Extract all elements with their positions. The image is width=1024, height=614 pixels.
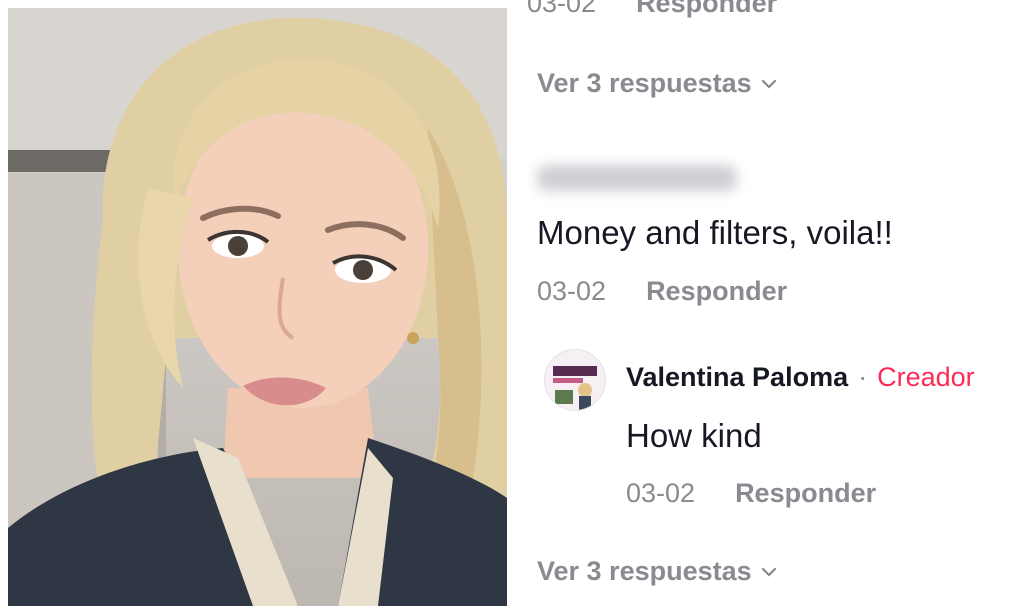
- chevron-down-icon: [761, 79, 776, 89]
- avatar-image: [545, 350, 605, 410]
- separator-dot: ·: [858, 362, 868, 392]
- chevron-down-icon: [761, 567, 776, 577]
- view-replies-button-2[interactable]: Ver 3 respuestas: [537, 556, 778, 587]
- creator-reply: How kind: [626, 417, 762, 455]
- top-cut-date: 03-02: [527, 0, 597, 18]
- creator-reply-text: How kind: [626, 417, 762, 454]
- comment-date: 03-02: [537, 276, 607, 306]
- video-frame: [8, 8, 507, 606]
- view-replies-button-1[interactable]: Ver 3 respuestas: [537, 68, 778, 99]
- creator-reply-date: 03-02: [626, 478, 696, 508]
- creator-reply-button[interactable]: Responder: [735, 478, 876, 509]
- view-replies-label: Ver 3 respuestas: [537, 556, 752, 586]
- comment: Money and filters, voila!!: [537, 214, 893, 252]
- comment-text: Money and filters, voila!!: [537, 214, 893, 251]
- person-illustration: [8, 8, 507, 606]
- creator-badge: Creador: [877, 362, 975, 392]
- top-cut-reply-button[interactable]: Responder: [636, 0, 777, 19]
- creator-reply-meta: 03-02 Responder: [626, 478, 876, 509]
- blurred-username: [537, 165, 737, 191]
- comments-panel: 03-02 Responder Ver 3 respuestas Money a…: [517, 0, 1024, 614]
- comment-reply-button[interactable]: Responder: [646, 276, 787, 307]
- view-replies-label: Ver 3 respuestas: [537, 68, 752, 98]
- avatar[interactable]: [544, 349, 606, 411]
- creator-name[interactable]: Valentina Paloma: [626, 362, 848, 393]
- top-cut-meta: 03-02 Responder: [527, 0, 777, 19]
- comment-meta: 03-02 Responder: [537, 276, 787, 307]
- creator-reply-header: Valentina Paloma · Creador: [626, 362, 975, 393]
